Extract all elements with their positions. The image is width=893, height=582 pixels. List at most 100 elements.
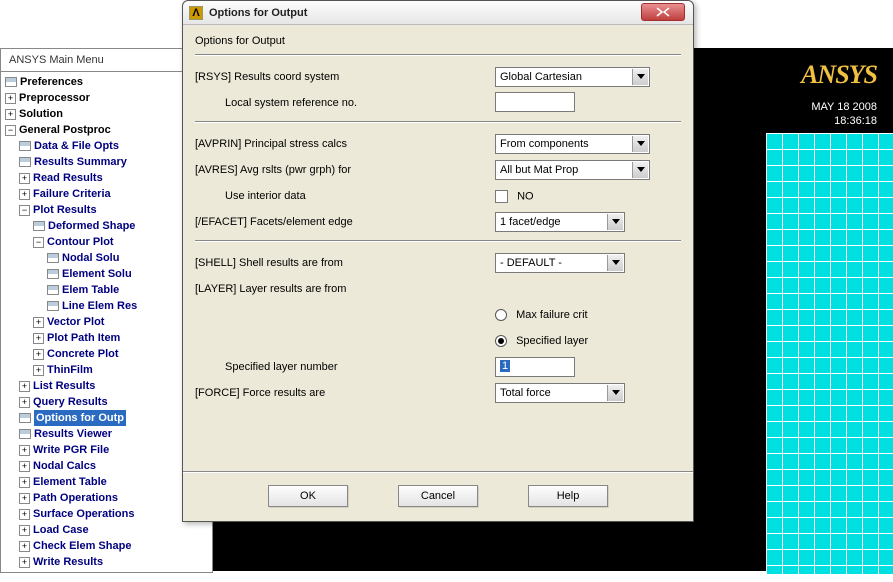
help-button[interactable]: Help [528,485,608,507]
tree-item[interactable]: +Concrete Plot [5,346,210,362]
radio-maxfailure[interactable] [495,309,507,321]
tree-item[interactable]: +Solution [5,106,210,122]
leaf-icon [47,301,59,311]
localref-input[interactable] [495,92,575,112]
section-avg: [AVPRIN] Principal stress calcs From com… [195,122,681,241]
tree-item[interactable]: +Read Results [5,170,210,186]
shell-select[interactable]: - DEFAULT - [495,253,625,273]
tree-item[interactable]: Results Summary [5,154,210,170]
speclayer-input[interactable]: 1 [495,357,575,377]
interior-checkbox[interactable] [495,190,508,203]
avprn-select[interactable]: From components [495,134,650,154]
tree-item[interactable]: +Failure Criteria [5,186,210,202]
tree-item[interactable]: +Element Table [5,474,210,490]
tree-item[interactable]: Data & File Opts [5,138,210,154]
force-label: [FORCE] Force results are [195,387,495,399]
date-text: MAY 18 2008 [811,101,877,113]
tree-item[interactable]: −Contour Plot [5,234,210,250]
dialog-body: Options for Output [RSYS] Results coord … [183,25,693,412]
main-menu-title: ANSYS Main Menu [1,49,212,72]
ansys-logo: ANSYS [801,60,877,90]
tree-item[interactable]: Results Viewer [5,426,210,442]
tree-item[interactable]: +Write Results [5,554,210,570]
avres-select[interactable]: All but Mat Prop [495,160,650,180]
tree-item[interactable]: +Load Case [5,522,210,538]
tree-item[interactable]: Options for Outp [5,410,210,426]
rsys-value: Global Cartesian [500,71,582,83]
rsys-select[interactable]: Global Cartesian [495,67,650,87]
model-grid [766,133,893,574]
localref-label: Local system reference no. [195,97,495,109]
tree-item[interactable]: −Plot Results [5,202,210,218]
efacet-select[interactable]: 1 facet/edge [495,212,625,232]
tree-item[interactable]: +Check Elem Shape [5,538,210,554]
efacet-label: [/EFACET] Facets/element edge [195,216,495,228]
radio-speclayer[interactable] [495,335,507,347]
tree-item-label: Plot Path Item [47,330,120,346]
tree-item-label: Failure Criteria [33,186,111,202]
tree-item-label: Check Elem Shape [33,538,131,554]
tree-item-label: Write Results [33,554,103,570]
interior-text: NO [517,190,534,202]
tree-item-label: Results Summary [34,154,127,170]
expand-icon: + [19,381,30,392]
ok-button[interactable]: OK [268,485,348,507]
tree-item[interactable]: Preferences [5,74,210,90]
avres-value: All but Mat Prop [500,164,578,176]
tree-item[interactable]: +Vector Plot [5,314,210,330]
expand-icon: + [19,445,30,456]
tree-item[interactable]: +Write PGR File [5,442,210,458]
tree-item[interactable]: Elem Table [5,282,210,298]
expand-icon: + [19,461,30,472]
dialog-buttons: OK Cancel Help [183,485,693,507]
tree-item[interactable]: +Surface Operations [5,506,210,522]
tree-item[interactable]: +Nodal Calcs [5,458,210,474]
tree-item[interactable]: Deformed Shape [5,218,210,234]
cancel-button[interactable]: Cancel [398,485,478,507]
tree-item[interactable]: Line Elem Res [5,298,210,314]
avprn-label: [AVPRIN] Principal stress calcs [195,138,495,150]
tree-item[interactable]: +Path Operations [5,490,210,506]
tree-item[interactable]: Nodal Solu [5,250,210,266]
tree-item[interactable]: +List Results [5,378,210,394]
tree-item[interactable]: +Preprocessor [5,90,210,106]
chevron-down-icon [607,214,623,230]
collapse-icon: − [19,205,30,216]
avres-label: [AVRES] Avg rslts (pwr grph) for [195,164,495,176]
efacet-value: 1 facet/edge [500,216,561,228]
menu-tree: Preferences+Preprocessor+Solution−Genera… [1,72,212,572]
tree-item-label: Load Case [33,522,89,538]
tree-item[interactable]: −General Postproc [5,122,210,138]
leaf-icon [33,221,45,231]
tree-item[interactable]: +Plot Path Item [5,330,210,346]
leaf-icon [47,253,59,263]
expand-icon: + [19,525,30,536]
tree-item-label: Element Solu [62,266,132,282]
leaf-icon [19,413,31,423]
tree-item-label: Preprocessor [19,90,90,106]
shell-value: - DEFAULT - [500,257,562,269]
expand-icon: + [33,349,44,360]
tree-item[interactable]: +Query Results [5,394,210,410]
chevron-down-icon [632,69,648,85]
force-value: Total force [500,387,551,399]
tree-item-label: Path Operations [33,490,118,506]
tree-item[interactable]: +ThinFilm [5,362,210,378]
close-button[interactable] [641,3,685,21]
expand-icon: + [19,189,30,200]
tree-item-label: Concrete Plot [47,346,119,362]
tree-item-label: Read Results [33,170,103,186]
dialog-title: Options for Output [209,7,307,19]
chevron-down-icon [632,162,648,178]
expand-icon: + [33,317,44,328]
expand-icon: + [19,509,30,520]
tree-item-label: Nodal Solu [62,250,119,266]
tree-item-label: Vector Plot [47,314,104,330]
tree-item-label: Plot Results [33,202,97,218]
tree-item[interactable]: Element Solu [5,266,210,282]
expand-icon: + [33,365,44,376]
dialog-titlebar[interactable]: Λ Options for Output [183,1,693,25]
force-select[interactable]: Total force [495,383,625,403]
dialog-subtitle: Options for Output [195,35,681,47]
tree-item-label: Nodal Calcs [33,458,96,474]
